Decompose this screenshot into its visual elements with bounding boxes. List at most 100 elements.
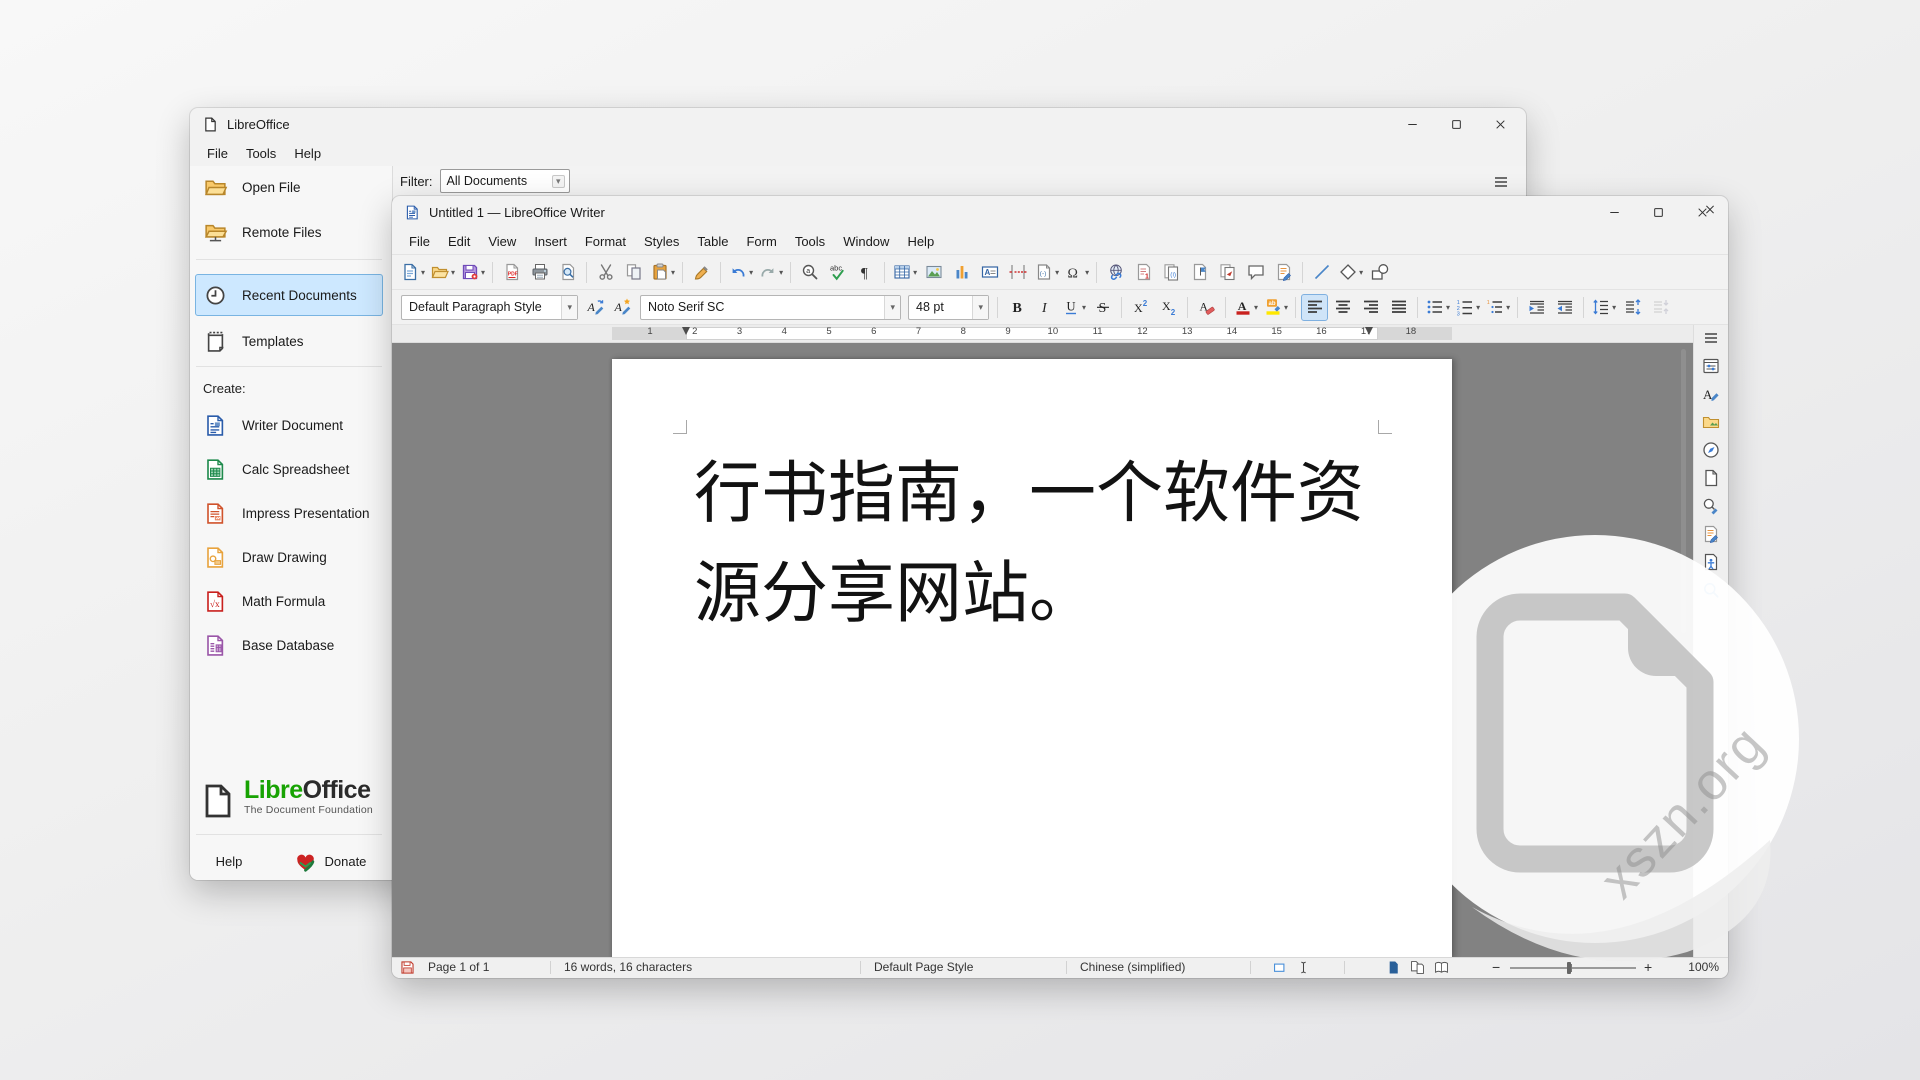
copy-button[interactable] [620, 259, 647, 286]
font-size-combobox[interactable]: 48 pt ▾ [908, 295, 989, 320]
dropdown-arrow-icon[interactable]: ▾ [913, 268, 917, 277]
gallery-tab[interactable] [1698, 412, 1724, 432]
dropdown-arrow-icon[interactable]: ▾ [1284, 303, 1288, 312]
track-changes-button[interactable] [1270, 259, 1297, 286]
dropdown-arrow-icon[interactable]: ▾ [1085, 268, 1089, 277]
chevron-down-icon[interactable]: ▾ [884, 296, 900, 319]
paragraph-style-combobox[interactable]: Default Paragraph Style ▾ [401, 295, 578, 320]
bold-button[interactable]: B [1003, 294, 1030, 321]
undo-button[interactable]: ▾ [726, 259, 755, 286]
numbered-list-button[interactable]: 123 ▾ [1453, 294, 1482, 321]
create-writer-document[interactable]: Writer Document [195, 404, 383, 446]
dropdown-arrow-icon[interactable]: ▾ [749, 268, 753, 277]
insert-hyperlink-button[interactable] [1102, 259, 1129, 286]
dropdown-arrow-icon[interactable]: ▾ [1254, 303, 1258, 312]
insert-special-character-button[interactable]: Ω ▾ [1062, 259, 1091, 286]
strikethrough-button[interactable]: S [1089, 294, 1116, 321]
multi-page-view-button[interactable] [1408, 959, 1426, 976]
manage-changes-tab[interactable] [1698, 524, 1724, 544]
insert-table-button[interactable]: ▾ [890, 259, 919, 286]
zoom-slider[interactable] [1510, 967, 1636, 969]
find-replace-button[interactable]: a [796, 259, 823, 286]
menu-item[interactable]: Table [688, 232, 737, 251]
align-left-button[interactable] [1301, 294, 1328, 321]
document-text-line[interactable]: 源分享网站。 [694, 543, 1364, 643]
menu-item[interactable]: Styles [635, 232, 688, 251]
line-spacing-button[interactable]: ▾ [1589, 294, 1618, 321]
dropdown-arrow-icon[interactable]: ▾ [481, 268, 485, 277]
italic-button[interactable]: I [1031, 294, 1058, 321]
paste-button[interactable]: ▾ [648, 259, 677, 286]
formatting-marks-button[interactable]: ¶ [852, 259, 879, 286]
dropdown-arrow-icon[interactable]: ▾ [1506, 303, 1510, 312]
dropdown-arrow-icon[interactable]: ▾ [1359, 268, 1363, 277]
language-status[interactable]: Chinese (simplified) [1080, 960, 1185, 974]
bullet-list-button[interactable]: ▾ [1423, 294, 1452, 321]
menu-item[interactable]: Tools [237, 144, 285, 163]
menu-item[interactable]: Help [285, 144, 330, 163]
chevron-down-icon[interactable]: ▾ [972, 296, 988, 319]
decrease-indent-button[interactable] [1551, 294, 1578, 321]
page-style-status[interactable]: Default Page Style [874, 960, 973, 974]
clone-formatting-button[interactable] [688, 259, 715, 286]
create-draw-drawing[interactable]: Draw Drawing [195, 536, 383, 578]
spelling-button[interactable]: abc [824, 259, 851, 286]
dropdown-arrow-icon[interactable]: ▾ [1446, 303, 1450, 312]
increase-indent-button[interactable] [1523, 294, 1550, 321]
insert-page-break-button[interactable] [1004, 259, 1031, 286]
new-style-button[interactable]: A [609, 294, 636, 321]
insert-comment-button[interactable] [1242, 259, 1269, 286]
document-text[interactable]: 行书指南，一个软件资 源分享网站。 [694, 443, 1364, 643]
menu-item[interactable]: Tools [786, 232, 834, 251]
start-minimize-button[interactable] [1390, 108, 1434, 140]
underline-button[interactable]: U ▾ [1059, 294, 1088, 321]
create-impress-presentation[interactable]: Impress Presentation [195, 492, 383, 534]
style-inspector-tab[interactable] [1698, 496, 1724, 516]
sidebar-settings-tab[interactable] [1698, 328, 1724, 348]
redo-button[interactable]: ▾ [756, 259, 785, 286]
dropdown-arrow-icon[interactable]: ▾ [1055, 268, 1059, 277]
dropdown-arrow-icon[interactable]: ▾ [1476, 303, 1480, 312]
menu-item[interactable]: File [198, 144, 237, 163]
document-area[interactable]: 行书指南，一个软件资 源分享网站。 [392, 343, 1693, 957]
sidebar-item-templates[interactable]: Templates [195, 320, 383, 362]
book-view-button[interactable] [1432, 959, 1450, 976]
insert-cross-reference-button[interactable] [1214, 259, 1241, 286]
menu-item[interactable]: Insert [525, 232, 576, 251]
word-count-status[interactable]: 16 words, 16 characters [564, 960, 692, 974]
zoom-level[interactable]: 100% [1688, 960, 1719, 974]
chevron-down-icon[interactable]: ▾ [561, 296, 577, 319]
menu-item[interactable]: Window [834, 232, 898, 251]
new-document-button[interactable]: ▾ [398, 259, 427, 286]
page-count-status[interactable]: Page 1 of 1 [428, 960, 489, 974]
insert-endnote-button[interactable]: (i) [1158, 259, 1185, 286]
vertical-scrollbar[interactable] [1681, 349, 1686, 633]
save-button[interactable]: ▾ [458, 259, 487, 286]
single-page-view-button[interactable] [1384, 959, 1402, 976]
create-calc-spreadsheet[interactable]: Calc Spreadsheet [195, 448, 383, 490]
menu-item[interactable]: Format [576, 232, 635, 251]
align-justify-button[interactable] [1385, 294, 1412, 321]
start-close-button[interactable] [1478, 108, 1522, 140]
sidebar-item-recent-documents[interactable]: Recent Documents [195, 274, 383, 316]
highlighting-button[interactable]: ab ▾ [1261, 294, 1290, 321]
selection-mode-indicator[interactable] [1272, 959, 1289, 979]
menu-item[interactable]: File [400, 232, 439, 251]
filter-dropdown[interactable]: All Documents ▾ [440, 169, 570, 193]
insert-text-box-button[interactable]: A [976, 259, 1003, 286]
insert-line-button[interactable] [1308, 259, 1335, 286]
outline-list-button[interactable]: 1 ▾ [1483, 294, 1512, 321]
menu-item[interactable]: Form [737, 232, 785, 251]
show-draw-functions-button[interactable] [1366, 259, 1393, 286]
insert-field-button[interactable]: (-) ▾ [1032, 259, 1061, 286]
menu-item[interactable]: Help [898, 232, 943, 251]
basic-shapes-button[interactable]: ▾ [1336, 259, 1365, 286]
zoom-in-button[interactable]: + [1644, 958, 1652, 977]
superscript-button[interactable]: X2 [1127, 294, 1154, 321]
left-indent-marker[interactable] [682, 327, 690, 335]
clear-formatting-button[interactable]: A [1193, 294, 1220, 321]
create-base-database[interactable]: Base Database [195, 624, 383, 666]
dropdown-arrow-icon[interactable]: ▾ [451, 268, 455, 277]
cut-button[interactable] [592, 259, 619, 286]
update-style-button[interactable]: A [582, 294, 609, 321]
